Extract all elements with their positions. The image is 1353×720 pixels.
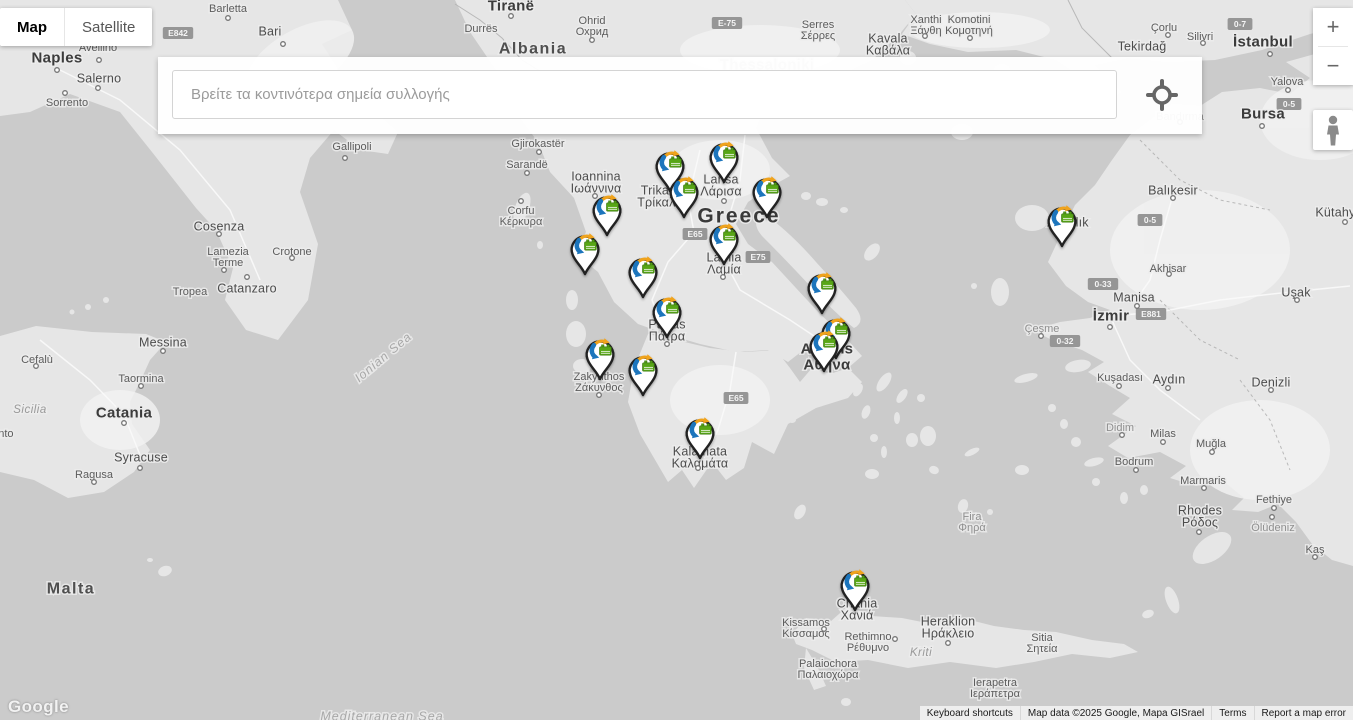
map-label: Taormina — [118, 373, 164, 385]
map-label: Malta — [47, 581, 95, 598]
map-label: Didim — [1106, 422, 1134, 434]
map-label: Barletta — [209, 3, 248, 15]
map-label-secondary: Χανιά — [841, 608, 874, 622]
satellite-view-button[interactable]: Satellite — [64, 8, 152, 46]
road-shield-label: E75 — [750, 252, 765, 262]
map-label-secondary: Terme — [213, 257, 244, 269]
map-label: Kriti — [910, 647, 932, 659]
map-label-secondary: Ρέθυμνο — [847, 642, 889, 654]
map-label-secondary: Κομοτηνή — [945, 25, 993, 37]
map-label: Bari — [258, 24, 281, 38]
map-label-secondary: Σέρρες — [801, 30, 835, 42]
map-label: Kütahya — [1315, 205, 1353, 219]
report-map-error-link[interactable]: Report a map error — [1254, 706, 1353, 720]
road-shield-label: E-75 — [718, 18, 736, 28]
map-label: Messina — [139, 335, 187, 349]
map-label: Bodrum — [1115, 456, 1154, 468]
map-label: Çeşme — [1025, 323, 1060, 335]
road-shield-label: E881 — [1141, 309, 1161, 319]
map-label-secondary: Ηράκλειο — [922, 626, 975, 640]
street-view-pegman-icon — [1313, 110, 1353, 150]
map-label: Naples — [32, 49, 83, 66]
map-label: Ölüdeniz — [1251, 522, 1294, 534]
map-label: Kuşadası — [1097, 372, 1143, 384]
map-label: Muğla — [1196, 438, 1227, 450]
map-label: Sarandë — [506, 159, 548, 171]
map-view-button[interactable]: Map — [0, 8, 64, 46]
map-label: Aydın — [1153, 372, 1186, 386]
road-shield-label: E842 — [168, 28, 188, 38]
terms-link[interactable]: Terms — [1211, 706, 1253, 720]
pegman-button[interactable] — [1313, 110, 1353, 150]
road-shield-label: 0-7 — [1234, 19, 1247, 29]
map-label: Syracuse — [114, 450, 168, 464]
attribution-bar: Keyboard shortcuts Map data ©2025 Google… — [920, 706, 1353, 720]
map-label: Kaş — [1306, 544, 1325, 556]
map-label-secondary: Παλαιοχώρα — [798, 669, 860, 681]
search-input[interactable] — [172, 70, 1117, 119]
map-label-secondary: Охрид — [576, 26, 609, 38]
map-label-secondary: Κέρκυρα — [500, 216, 543, 228]
map-label: Gallipoli — [332, 141, 371, 153]
map-label-secondary: Ιεράπετρα — [970, 688, 1021, 700]
map-label: Manisa — [1113, 290, 1155, 304]
map-label-secondary: Φηρά — [958, 522, 986, 534]
map-label: Tekirdağ — [1118, 39, 1167, 53]
map-label-secondary: Ρόδος — [1182, 515, 1218, 529]
map-label: Sicilia — [13, 404, 47, 416]
map-label: Mediterranean Sea — [320, 709, 443, 720]
zoom-in-button[interactable]: + — [1313, 8, 1353, 46]
map-label: Marmaris — [1180, 475, 1226, 487]
map-label: Tropea — [173, 286, 208, 298]
map-label: İzmir — [1093, 307, 1130, 324]
map-label-secondary: Σητεία — [1027, 643, 1059, 655]
map-canvas[interactable]: E842E-750-70-5E65E75E650-50-33E8810-32 B… — [0, 0, 1353, 720]
search-panel — [158, 57, 1202, 134]
zoom-out-button[interactable]: − — [1313, 47, 1353, 85]
map-label: Çorlu — [1151, 22, 1177, 34]
road-shield-label: E65 — [687, 229, 702, 239]
map-label: İstanbul — [1233, 33, 1293, 50]
google-logo: Google — [8, 697, 69, 717]
map-label: Ragusa — [75, 469, 114, 481]
map-label: Gjirokastër — [511, 138, 565, 150]
crosshair-target-icon — [1144, 77, 1180, 113]
map-label: Albania — [499, 41, 567, 58]
map-label: Yalova — [1271, 76, 1305, 88]
road-shield-label: 0-5 — [1144, 215, 1157, 225]
map-label: Catanzaro — [217, 281, 276, 295]
map-label-secondary: Λάρισα — [700, 184, 742, 198]
map-label: Durrës — [464, 23, 498, 35]
map-label: Milas — [1150, 428, 1176, 440]
map-label: Fethiye — [1256, 494, 1292, 506]
zoom-control: + − — [1313, 8, 1353, 85]
road-shield-label: E65 — [728, 393, 743, 403]
map-label: Bursa — [1241, 105, 1285, 122]
map-label: Tiranë — [488, 0, 535, 14]
map-label: Salerno — [77, 71, 122, 85]
map-label: Silivri — [1187, 31, 1213, 43]
map-label: Sorrento — [46, 97, 88, 109]
road-shield-label: 0-33 — [1094, 279, 1111, 289]
map-label: Catania — [96, 404, 153, 421]
map-label-secondary: Καβάλα — [866, 43, 910, 57]
geolocate-button[interactable] — [1144, 77, 1180, 113]
road-shield-label: 0-32 — [1056, 336, 1073, 346]
map-label: Agrigento — [0, 428, 14, 440]
map-type-control: Map Satellite — [0, 8, 152, 46]
keyboard-shortcuts-link[interactable]: Keyboard shortcuts — [920, 706, 1020, 720]
map-data-copyright: Map data ©2025 Google, Mapa GISrael — [1020, 706, 1211, 720]
